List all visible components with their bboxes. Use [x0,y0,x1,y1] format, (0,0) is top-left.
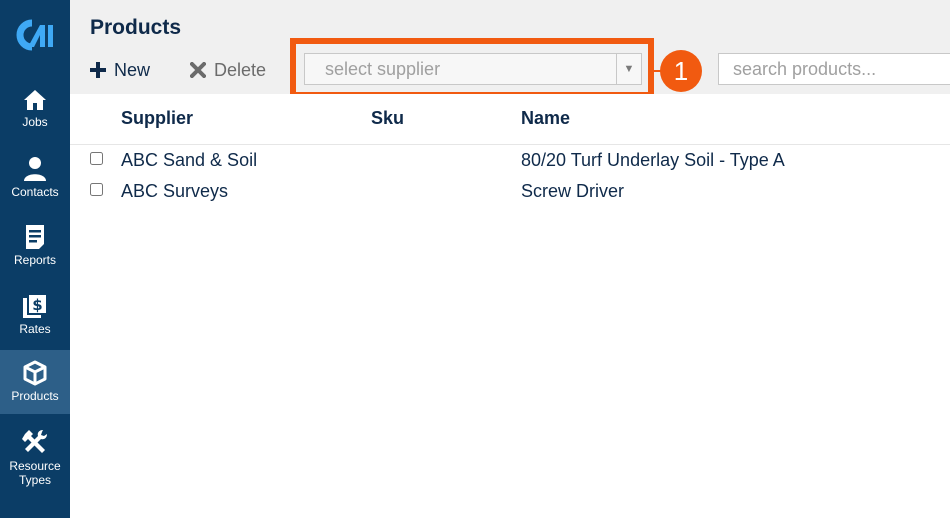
sidebar: Jobs Contacts Reports $ Rates Products R… [0,0,70,518]
sidebar-item-label: Contacts [11,185,59,199]
home-icon [24,90,46,110]
sidebar-item-jobs[interactable]: Jobs [0,80,70,144]
sidebar-item-contacts[interactable]: Contacts [0,148,70,212]
sidebar-item-products[interactable]: Products [0,350,70,414]
step-badge: 1 [660,50,702,92]
report-icon [26,225,44,249]
search-input[interactable] [718,53,950,85]
row-checkbox[interactable] [90,183,103,196]
cell-name: 80/20 Turf Underlay Soil - Type A [521,150,785,170]
sidebar-item-rates[interactable]: $ Rates [0,285,70,349]
table-header: Supplier Sku Name [70,94,950,145]
sidebar-item-resource-types[interactable]: Resource Types [0,420,70,494]
delete-button-label: Delete [214,59,267,80]
column-header-supplier[interactable]: Supplier [121,108,193,129]
box-icon [23,360,47,386]
dollar-icon: $ [23,293,48,318]
app-logo[interactable] [0,0,70,70]
tools-icon [22,430,47,453]
sidebar-item-label: Reports [13,253,57,267]
sidebar-item-reports[interactable]: Reports [0,216,70,280]
sidebar-item-label: Products [11,389,59,403]
page-title: Products [90,16,182,39]
delete-button[interactable]: Delete [190,58,266,82]
cell-supplier: ABC Surveys [121,181,229,201]
page-header: Products New Delete select supplier ▼ 1 [70,0,950,98]
logo-icon [16,19,53,51]
row-checkbox[interactable] [90,152,103,165]
person-icon [24,157,46,181]
new-button[interactable]: New [90,58,150,82]
sidebar-item-label: Jobs [22,115,48,129]
table-row[interactable]: ABC Surveys Screw Driver [70,176,950,207]
plus-icon [90,62,106,78]
table-row[interactable]: ABC Sand & Soil 80/20 Turf Underlay Soil… [70,145,950,176]
new-button-label: New [114,59,151,80]
sidebar-item-label: Rates [19,322,51,336]
column-header-sku[interactable]: Sku [371,108,404,129]
supplier-select[interactable]: select supplier ▼ [304,53,642,85]
svg-text:$: $ [32,296,42,314]
cell-name: Screw Driver [521,181,625,201]
column-header-name[interactable]: Name [521,108,570,129]
sidebar-item-label: Resource Types [9,459,61,487]
supplier-select-placeholder: select supplier [325,58,441,79]
chevron-down-icon[interactable]: ▼ [616,54,641,84]
cell-supplier: ABC Sand & Soil [121,150,258,170]
close-icon [190,62,206,78]
